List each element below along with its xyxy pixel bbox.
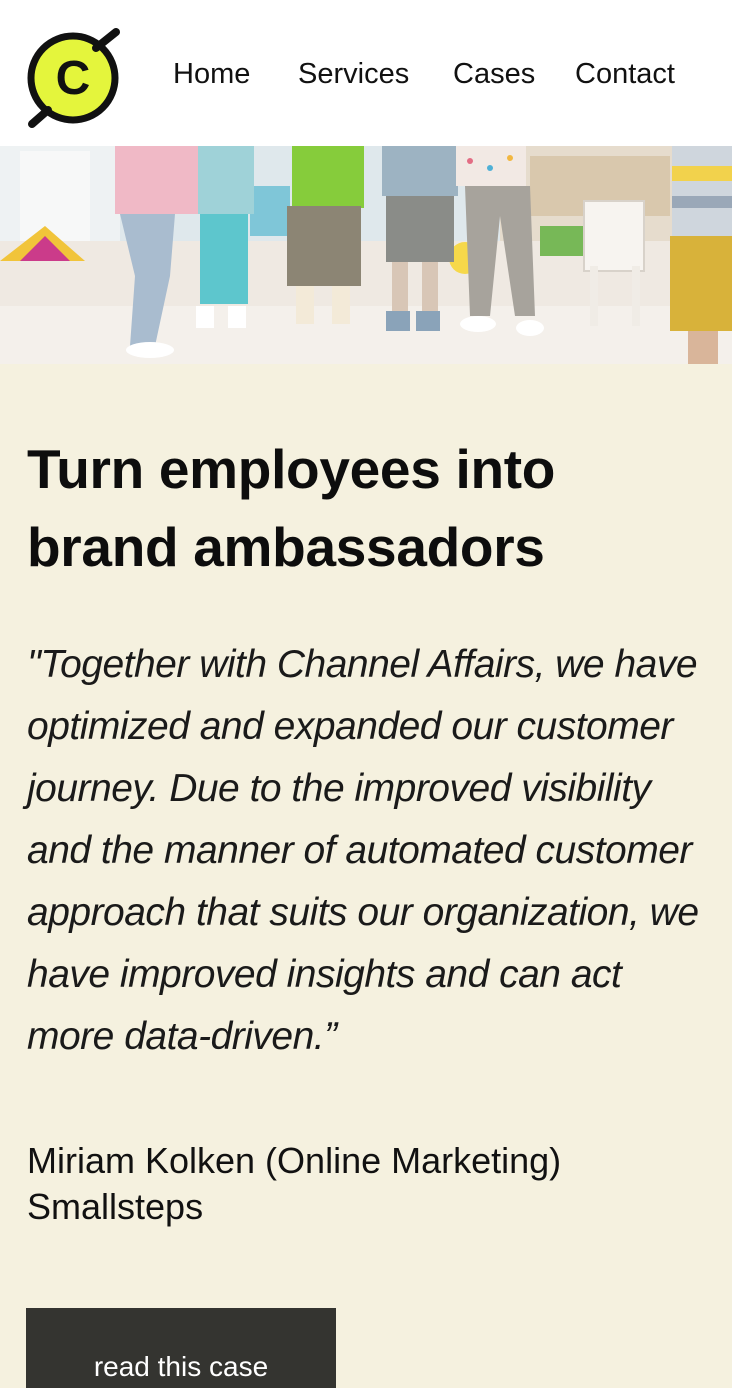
site-header: C Home Services Cases Contact bbox=[0, 0, 732, 146]
nav-cases[interactable]: Cases bbox=[453, 54, 535, 94]
channel-affairs-logo-icon: C bbox=[27, 28, 120, 128]
logo-link[interactable]: C bbox=[26, 28, 122, 128]
case-title: Turn employees into brand ambassadors bbox=[27, 438, 556, 578]
nav-contact[interactable]: Contact bbox=[575, 54, 675, 94]
read-case-button[interactable]: read this case bbox=[26, 1308, 336, 1388]
nav-home[interactable]: Home bbox=[173, 54, 250, 94]
kids-playroom-photo bbox=[0, 146, 732, 364]
testimonial-quote: "Together with Channel Affairs, we have … bbox=[27, 643, 699, 1058]
hero-image bbox=[0, 146, 732, 364]
testimonial-company: Smallsteps bbox=[27, 1186, 204, 1227]
testimonial-author: Miriam Kolken (Online Marketing) bbox=[27, 1140, 562, 1181]
svg-text:C: C bbox=[56, 52, 91, 105]
nav-services[interactable]: Services bbox=[298, 54, 409, 94]
